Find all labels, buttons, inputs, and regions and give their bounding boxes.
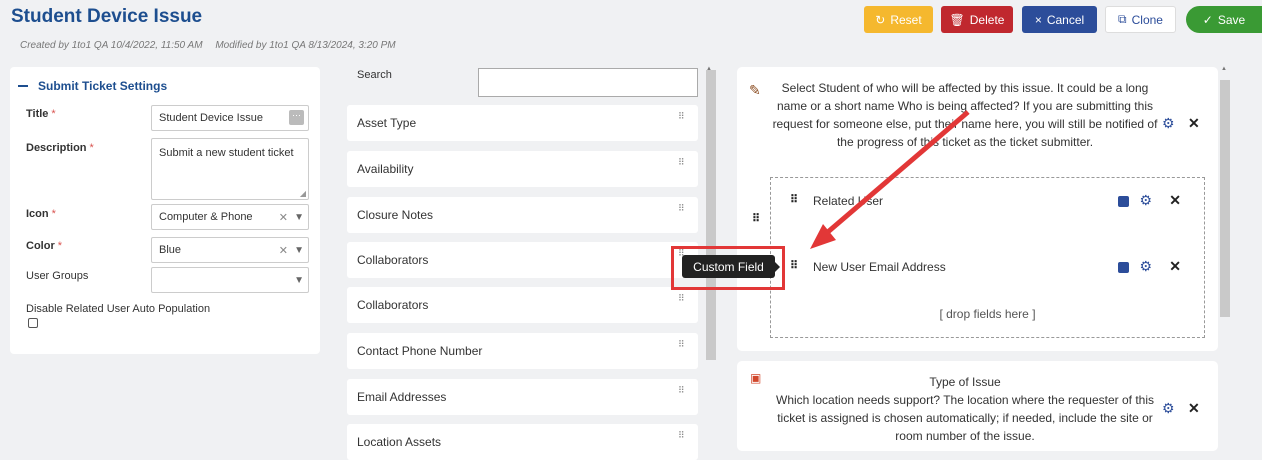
- field-item-label: Availability: [357, 162, 414, 176]
- audit-meta: Created by 1to1 QA 10/4/2022, 11:50 AM M…: [20, 40, 396, 51]
- search-input[interactable]: [478, 68, 698, 97]
- icon-value: Computer & Phone: [159, 211, 253, 223]
- save-button[interactable]: ✓ Save: [1186, 6, 1262, 33]
- drag-handle-icon[interactable]: ⠿: [678, 112, 686, 121]
- created-info: Created by 1to1 QA 10/4/2022, 11:50 AM: [20, 40, 203, 51]
- modified-info: Modified by 1to1 QA 8/13/2024, 3:20 PM: [215, 40, 396, 51]
- highlight-box: [671, 246, 785, 290]
- resize-handle-icon[interactable]: ◢: [300, 189, 306, 198]
- square-icon[interactable]: [1118, 262, 1129, 273]
- field-item-label: Contact Phone Number: [357, 344, 483, 358]
- drag-handle-icon[interactable]: ⠿: [678, 431, 686, 440]
- device-icon: ▣: [750, 371, 762, 385]
- field-item[interactable]: Contact Phone Number ⠿: [347, 333, 698, 369]
- drag-handle-icon[interactable]: ⠿: [678, 158, 686, 167]
- field-item[interactable]: Asset Type ⠿: [347, 105, 698, 141]
- form-field-label: New User Email Address: [813, 260, 946, 274]
- icon-label: Icon *: [26, 208, 56, 220]
- close-icon[interactable]: ✕: [1169, 258, 1181, 275]
- more-icon[interactable]: ⋯: [289, 110, 304, 125]
- delete-label: Delete: [969, 12, 1005, 27]
- chevron-down-icon[interactable]: ▼: [294, 245, 304, 256]
- close-icon[interactable]: ✕: [1188, 400, 1200, 417]
- field-item-label: Email Addresses: [357, 390, 447, 404]
- cancel-label: Cancel: [1046, 12, 1085, 27]
- drag-handle-icon[interactable]: ⠿: [752, 212, 760, 225]
- color-label: Color *: [26, 240, 63, 252]
- clone-button[interactable]: ⧉ Clone: [1105, 6, 1176, 33]
- close-icon[interactable]: ✕: [1188, 115, 1200, 132]
- field-item[interactable]: Closure Notes ⠿: [347, 197, 698, 233]
- section-description: Which location needs support? The locati…: [776, 393, 1154, 443]
- drag-handle-icon[interactable]: ⠿: [678, 386, 686, 395]
- drag-handle-icon[interactable]: ⠿: [678, 340, 686, 349]
- drag-handle-icon[interactable]: ⠿: [790, 193, 798, 206]
- chevron-down-icon[interactable]: ▼: [294, 275, 304, 286]
- field-item-label: Collaborators: [357, 253, 429, 267]
- form-field-row[interactable]: ⠿ Related User ⚙ ✕: [776, 181, 1199, 221]
- title-label: Title *: [26, 108, 56, 120]
- description-textarea[interactable]: Submit a new student ticket ◢: [151, 138, 309, 200]
- clear-icon[interactable]: ✕: [279, 244, 288, 257]
- form-field-row[interactable]: ⠿ New User Email Address ⚙ ✕: [776, 247, 1199, 287]
- cancel-button[interactable]: × Cancel: [1022, 6, 1097, 33]
- user-groups-select[interactable]: ▼: [151, 267, 309, 293]
- close-icon[interactable]: ✕: [1169, 192, 1181, 209]
- gear-icon[interactable]: ⚙: [1162, 400, 1175, 417]
- drag-handle-icon[interactable]: ⠿: [678, 294, 686, 303]
- reset-label: Reset: [890, 12, 922, 27]
- description-value: Submit a new student ticket: [159, 147, 294, 159]
- delete-button[interactable]: 🗑 Delete: [941, 6, 1013, 33]
- title-input[interactable]: Student Device Issue ⋯: [151, 105, 309, 131]
- settings-heading: Submit Ticket Settings: [38, 79, 168, 93]
- field-item-label: Asset Type: [357, 116, 417, 130]
- trash-icon: 🗑: [949, 12, 965, 27]
- field-item-label: Closure Notes: [357, 208, 434, 222]
- color-value: Blue: [159, 244, 182, 256]
- clone-icon: ⧉: [1118, 12, 1127, 26]
- minus-icon: [18, 85, 28, 87]
- field-item[interactable]: Collaborators ⠿: [347, 242, 698, 278]
- field-item[interactable]: Email Addresses ⠿: [347, 379, 698, 415]
- gear-icon[interactable]: ⚙: [1139, 192, 1152, 209]
- square-icon[interactable]: [1118, 196, 1129, 207]
- color-select[interactable]: Blue ✕ ▼: [151, 237, 309, 263]
- drag-handle-icon[interactable]: ⠿: [678, 204, 686, 213]
- reset-button[interactable]: ↻ Reset: [864, 6, 933, 33]
- user-groups-label: User Groups: [26, 270, 89, 282]
- guitar-icon: ✎: [749, 82, 761, 98]
- section-description: Select Student of who will be affected b…: [772, 81, 1158, 149]
- drag-handle-icon[interactable]: ⠿: [790, 259, 798, 272]
- chevron-down-icon[interactable]: ▼: [294, 212, 304, 223]
- fields-scrollbar[interactable]: [706, 70, 716, 360]
- drop-fields-hint: [ drop fields here ]: [939, 307, 1036, 321]
- gear-icon[interactable]: ⚙: [1162, 115, 1175, 132]
- form-scrollbar[interactable]: [1220, 80, 1230, 317]
- close-icon: ×: [1034, 12, 1042, 27]
- form-field-label: Related User: [813, 194, 884, 208]
- save-label: Save: [1217, 12, 1246, 27]
- title-value: Student Device Issue: [159, 112, 263, 124]
- search-label: Search: [357, 69, 392, 81]
- disable-auto-label: Disable Related User Auto Population: [26, 303, 211, 315]
- submit-ticket-settings-panel: Submit Ticket Settings Title * Student De…: [10, 67, 320, 354]
- field-item-label: Location Assets: [357, 435, 442, 449]
- clone-label: Clone: [1131, 12, 1163, 27]
- reset-icon: ↻: [875, 12, 886, 27]
- page-title: Student Device Issue: [11, 6, 203, 27]
- disable-auto-checkbox[interactable]: [28, 318, 38, 328]
- description-label: Description *: [26, 142, 94, 154]
- icon-select[interactable]: Computer & Phone ✕ ▼: [151, 204, 309, 230]
- field-item-label: Collaborators: [357, 298, 429, 312]
- scroll-up-icon[interactable]: ▲: [1221, 66, 1227, 72]
- clear-icon[interactable]: ✕: [279, 211, 288, 224]
- field-item[interactable]: Availability ⠿: [347, 151, 698, 187]
- gear-icon[interactable]: ⚙: [1139, 258, 1152, 275]
- section-title: Type of Issue: [929, 375, 1001, 389]
- field-item[interactable]: Collaborators ⠿: [347, 287, 698, 323]
- settings-collapse-toggle[interactable]: Submit Ticket Settings: [18, 79, 167, 93]
- field-item[interactable]: Location Assets ⠿: [347, 424, 698, 460]
- check-icon: ✓: [1202, 12, 1213, 27]
